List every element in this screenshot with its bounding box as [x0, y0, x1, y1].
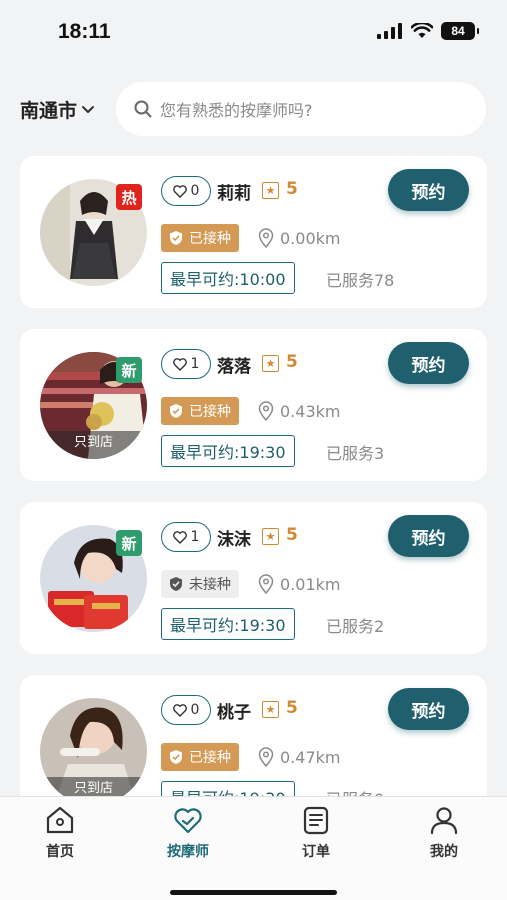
- search-input[interactable]: 您有熟悉的按摩师吗?: [116, 82, 486, 136]
- city-selector[interactable]: 南通市: [20, 96, 95, 123]
- distance-value: 0.43km: [280, 401, 341, 421]
- star-icon: ★: [262, 528, 279, 545]
- like-button[interactable]: 0: [161, 695, 211, 725]
- therapist-name: 沫沫: [217, 530, 251, 550]
- rating-value: 5: [286, 352, 298, 372]
- therapist-name: 桃子: [217, 703, 251, 723]
- status-bar: 18:11 84: [0, 0, 507, 66]
- heart-icon: [172, 357, 187, 371]
- signal-icon: [377, 23, 402, 39]
- bottom-tab-bar: 首页 按摩师 订单 我的: [0, 796, 507, 900]
- earliest-time: 最早可约:19:30: [161, 435, 295, 467]
- served-count: 已服务3: [326, 444, 385, 463]
- distance-value: 0.00km: [280, 228, 341, 248]
- store-only-tag: 只到店: [40, 431, 147, 459]
- user-icon: [430, 807, 458, 835]
- city-label: 南通市: [20, 100, 78, 122]
- heart-icon: [172, 530, 187, 544]
- chevron-down-icon: [82, 105, 95, 113]
- distance: 0.01km: [258, 570, 340, 598]
- new-badge: 新: [116, 530, 142, 556]
- distance: 0.43km: [258, 397, 340, 425]
- battery-indicator: 84: [441, 22, 479, 40]
- therapist-card[interactable]: 只到店 新 1 落落 ★ 5 已接种 0.43km 最早可约:19:30 已服务…: [20, 329, 487, 481]
- shield-icon: [170, 404, 182, 418]
- distance: 0.00km: [258, 224, 340, 252]
- vaccination-label: 已接种: [189, 750, 231, 766]
- book-button[interactable]: 预约: [388, 169, 469, 211]
- therapist-name: 落落: [217, 357, 251, 377]
- earliest-time: 最早可约:10:00: [161, 262, 295, 294]
- shield-icon: [170, 750, 182, 764]
- tab-label: 订单: [302, 844, 330, 860]
- shield-icon: [170, 577, 182, 591]
- rating-value: 5: [286, 698, 298, 718]
- heart-icon: [172, 703, 187, 717]
- search-icon: [134, 100, 152, 118]
- search-placeholder: 您有熟悉的按摩师吗?: [160, 101, 313, 120]
- new-badge: 新: [116, 357, 142, 383]
- earliest-time: 最早可约:19:30: [161, 608, 295, 640]
- star-icon: ★: [262, 355, 279, 372]
- home-indicator: [170, 890, 337, 895]
- served-count: 已服务78: [326, 271, 395, 290]
- order-list-icon: [303, 806, 329, 835]
- tab-label: 我的: [430, 844, 458, 860]
- wifi-icon: [411, 23, 433, 38]
- status-time: 18:11: [58, 20, 111, 43]
- status-icons: 84: [377, 22, 479, 40]
- like-count: 1: [190, 529, 200, 545]
- rating-value: 5: [286, 525, 298, 545]
- vaccination-tag: 已接种: [161, 743, 239, 771]
- tab-profile[interactable]: 我的: [414, 805, 474, 861]
- book-button[interactable]: 预约: [388, 515, 469, 557]
- book-button[interactable]: 预约: [388, 688, 469, 730]
- header: 南通市 您有熟悉的按摩师吗?: [0, 82, 507, 136]
- like-button[interactable]: 1: [161, 522, 211, 552]
- tab-home[interactable]: 首页: [30, 805, 90, 861]
- location-pin-icon: [258, 574, 274, 594]
- location-pin-icon: [258, 747, 274, 767]
- distance-value: 0.01km: [280, 574, 341, 594]
- vaccination-tag: 未接种: [161, 570, 239, 598]
- star-icon: ★: [262, 701, 279, 718]
- hot-badge: 热: [116, 184, 142, 210]
- distance: 0.47km: [258, 743, 340, 771]
- like-button[interactable]: 1: [161, 349, 211, 379]
- vaccination-label: 已接种: [189, 404, 231, 420]
- vaccination-tag: 已接种: [161, 224, 239, 252]
- vaccination-label: 已接种: [189, 231, 231, 247]
- like-count: 1: [190, 356, 200, 372]
- location-pin-icon: [258, 228, 274, 248]
- served-count: 已服务2: [326, 617, 385, 636]
- vaccination-label: 未接种: [189, 577, 231, 593]
- therapist-avatar: 只到店: [40, 698, 147, 805]
- like-count: 0: [190, 183, 200, 199]
- distance-value: 0.47km: [280, 747, 341, 767]
- heart-hand-icon: [174, 808, 202, 834]
- rating-value: 5: [286, 179, 298, 199]
- shield-icon: [170, 231, 182, 245]
- therapist-card[interactable]: 新 1 沫沫 ★ 5 未接种 0.01km 最早可约:19:30 已服务2 预约: [20, 502, 487, 654]
- tab-label: 首页: [46, 844, 74, 860]
- book-button[interactable]: 预约: [388, 342, 469, 384]
- tab-therapists[interactable]: 按摩师: [158, 805, 218, 861]
- therapist-name: 莉莉: [217, 184, 251, 204]
- like-count: 0: [190, 702, 200, 718]
- like-button[interactable]: 0: [161, 176, 211, 206]
- star-icon: ★: [262, 182, 279, 199]
- home-icon: [46, 806, 74, 834]
- tab-orders[interactable]: 订单: [286, 805, 346, 861]
- vaccination-tag: 已接种: [161, 397, 239, 425]
- therapist-card[interactable]: 热 0 莉莉 ★ 5 已接种 0.00km 最早可约:10:00 已服务78 预…: [20, 156, 487, 308]
- tab-label: 按摩师: [167, 844, 209, 860]
- location-pin-icon: [258, 401, 274, 421]
- heart-icon: [172, 184, 187, 198]
